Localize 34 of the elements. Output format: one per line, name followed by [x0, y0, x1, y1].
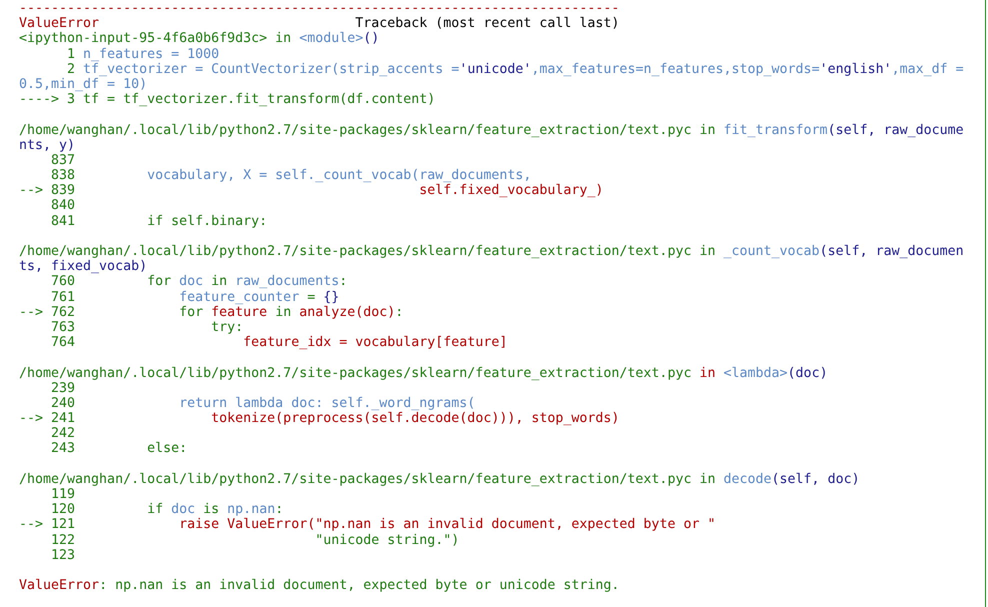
traceback-line: --> 762 for feature in analyze(doc):: [19, 304, 404, 320]
traceback-line: --> 121 raise ValueError("np.nan is an invalid document, expected byte or ": [19, 517, 716, 533]
traceback-line: 120 if doc is np.nan:: [50, 502, 284, 518]
traceback-line: ValueError Traceback (most recent call last): [19, 16, 620, 32]
traceback-line: 761 feature_counter = {}: [50, 290, 340, 305]
traceback-line: 841 if self.binary:: [50, 214, 268, 229]
traceback-line: ts, fixed_vocab): [19, 259, 148, 274]
traceback-line: 763 try:: [50, 320, 244, 336]
traceback-line: /home/wanghan/.local/lib/python2.7/site-packages/sklearn/feature_extraction/text.pyc in <lambda>(doc): [19, 366, 828, 381]
traceback-line: 838 vocabulary, X = self._count_vocab(raw_documents,: [50, 168, 532, 184]
traceback-line: 2 tf_vectorizer = CountVectorizer(strip_accents ='unicode',max_features=n_features,stop_words='english',max_df =: [66, 62, 964, 77]
traceback-line: 242: [50, 426, 76, 442]
traceback-line: <ipython-input-95-4f6a0b6f9d3c> in <module>(): [19, 31, 380, 47]
traceback-line: 122 "unicode string."): [50, 532, 460, 548]
traceback-line: 760 for doc in raw_documents:: [50, 274, 348, 290]
traceback-line: 123: [50, 548, 76, 563]
traceback-line: --> 839 self.fixed_vocabulary_): [19, 183, 604, 198]
traceback-line: /home/wanghan/.local/lib/python2.7/site-packages/sklearn/feature_extraction/text.pyc in decode(self, doc): [19, 472, 860, 487]
traceback-line: /home/wanghan/.local/lib/python2.7/site-packages/sklearn/feature_extraction/text.pyc in fit_transform(self, raw_docume: [19, 122, 964, 138]
traceback-line: ValueError: np.nan is an invalid document, expected byte or unicode string.: [19, 578, 620, 594]
traceback-line: 240 return lambda doc: self._word_ngrams(: [50, 396, 476, 412]
traceback-line: 840: [50, 198, 76, 214]
traceback-line: ----> 3 tf = tf_vectorizer.fit_transform(df.content): [19, 92, 436, 108]
traceback-line: 0.5,min_df = 10): [19, 76, 148, 92]
traceback-line: nts, y): [19, 138, 76, 153]
traceback-line: 1 n_features = 1000: [66, 46, 220, 62]
traceback-line: 239: [50, 380, 76, 396]
traceback-line: --> 241 tokenize(preprocess(self.decode(doc))), stop_words): [19, 411, 620, 426]
traceback-line: /home/wanghan/.local/lib/python2.7/site-packages/sklearn/feature_extraction/text.pyc in _count_vocab(self, raw_documen: [19, 244, 964, 260]
traceback-line: 837: [50, 152, 76, 168]
traceback-line: ---------------------------------------------------------------------------: [19, 1, 620, 16]
traceback-line: 243 else:: [50, 441, 188, 457]
traceback-line: 119: [50, 487, 76, 502]
traceback-line: 764 feature_idx = vocabulary[feature]: [50, 335, 508, 350]
